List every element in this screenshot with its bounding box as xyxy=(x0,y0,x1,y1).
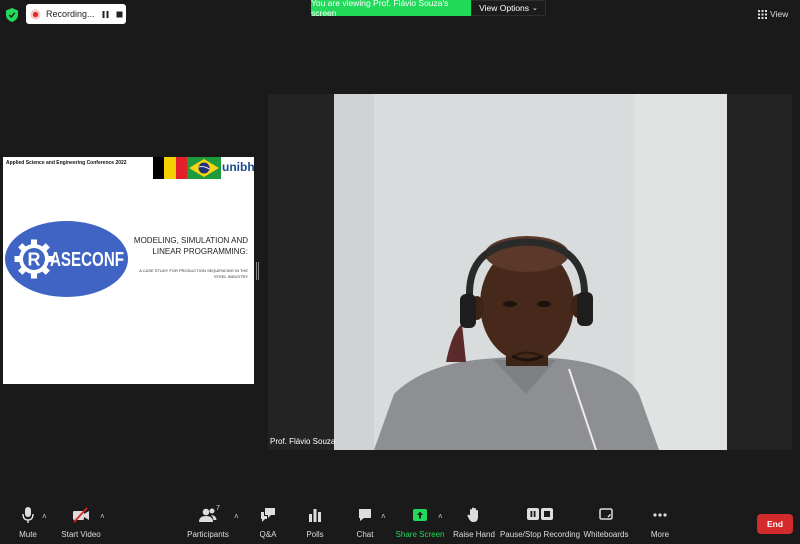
polls-button[interactable]: Polls xyxy=(303,506,327,542)
video-off-icon xyxy=(73,507,89,523)
view-options-button[interactable]: View Options ⌄ xyxy=(471,0,546,16)
grid-view-icon xyxy=(758,9,767,19)
participants-button[interactable]: 7 Participants xyxy=(187,505,229,542)
shared-screen: Applied Science and Engineering Conferen… xyxy=(3,157,254,384)
participants-count: 7 xyxy=(216,505,220,512)
recording-indicator: Recording... xyxy=(26,4,126,24)
participants-label: Participants xyxy=(187,530,229,539)
brazil-flag-icon xyxy=(187,157,221,179)
audio-options-chevron-icon[interactable]: ˄ xyxy=(42,512,47,521)
qa-button[interactable]: Q&A xyxy=(256,506,280,542)
raise-hand-button[interactable]: Raise Hand xyxy=(453,506,495,542)
slide-subtitle: A CASE STUDY FOR PRODUCTION SEQUENCING I… xyxy=(139,268,248,279)
viewing-banner-text: You are viewing Prof. Flávio Souza's scr… xyxy=(311,0,449,18)
view-options-label: View Options xyxy=(479,3,530,13)
chat-label: Chat xyxy=(356,530,374,539)
participants-options-chevron-icon[interactable]: ˄ xyxy=(234,512,239,521)
viewing-banner: You are viewing Prof. Flávio Souza's scr… xyxy=(311,0,471,18)
chat-options-chevron-icon[interactable]: ˄ xyxy=(381,512,386,521)
university-logo-text: unibh xyxy=(222,160,254,174)
share-screen-options-chevron-icon[interactable]: ˄ xyxy=(438,512,443,521)
microphone-icon xyxy=(22,507,34,523)
pause-stop-recording-button[interactable]: Pause/Stop Recording xyxy=(500,506,580,542)
start-video-label: Start Video xyxy=(61,530,101,539)
pause-stop-recording-icon xyxy=(527,508,553,520)
university-logo: unibh› xyxy=(222,160,254,174)
belgium-flag-icon xyxy=(153,157,187,179)
end-meeting-button[interactable]: End xyxy=(757,514,793,534)
whiteboards-label: Whiteboards xyxy=(583,530,629,539)
resize-handle[interactable] xyxy=(256,262,259,280)
whiteboard-icon xyxy=(599,508,613,520)
security-shield-icon[interactable] xyxy=(6,8,18,22)
share-screen-button[interactable]: Share Screen xyxy=(396,506,444,542)
participant-name-label: Prof. Flávio Souza xyxy=(270,437,336,446)
view-label: View xyxy=(770,9,789,19)
conference-name: Applied Science and Engineering Conferen… xyxy=(6,160,127,166)
end-label: End xyxy=(766,519,784,529)
share-screen-label: Share Screen xyxy=(395,530,445,539)
top-bar: Recording... You are viewing Prof. Flávi… xyxy=(0,0,800,30)
logo-initial: R xyxy=(28,250,41,270)
more-button[interactable]: More xyxy=(648,506,672,542)
qa-label: Q&A xyxy=(259,530,277,539)
recording-label: Recording... xyxy=(46,9,95,19)
view-button[interactable]: View xyxy=(758,6,798,22)
chat-button[interactable]: Chat xyxy=(353,506,377,542)
slide-title: MODELING, SIMULATION AND LINEAR PROGRAMM… xyxy=(133,236,248,256)
pause-recording-icon[interactable] xyxy=(101,10,110,19)
raise-hand-label: Raise Hand xyxy=(453,530,495,539)
video-feed xyxy=(334,94,727,450)
chevron-down-icon: ⌄ xyxy=(532,5,538,12)
pause-stop-recording-label: Pause/Stop Recording xyxy=(499,530,581,539)
start-video-button[interactable]: Start Video xyxy=(61,506,101,542)
qa-icon xyxy=(261,508,275,522)
polls-label: Polls xyxy=(306,530,324,539)
mute-button[interactable]: Mute xyxy=(13,506,43,542)
raseconf-logo: R ASECONF xyxy=(5,221,128,297)
more-dots-icon xyxy=(653,513,667,517)
speaker-video-image xyxy=(334,94,727,450)
chat-icon xyxy=(359,509,371,521)
video-options-chevron-icon[interactable]: ˄ xyxy=(100,512,105,521)
whiteboards-button[interactable]: Whiteboards xyxy=(584,506,628,542)
polls-icon xyxy=(309,509,321,522)
recording-dot-icon xyxy=(30,9,41,19)
stop-recording-icon[interactable] xyxy=(115,10,124,19)
raise-hand-icon xyxy=(467,507,478,522)
video-tile[interactable]: Prof. Flávio Souza xyxy=(268,94,792,450)
mute-label: Mute xyxy=(19,530,37,539)
share-screen-icon xyxy=(413,509,427,521)
more-label: More xyxy=(650,530,670,539)
